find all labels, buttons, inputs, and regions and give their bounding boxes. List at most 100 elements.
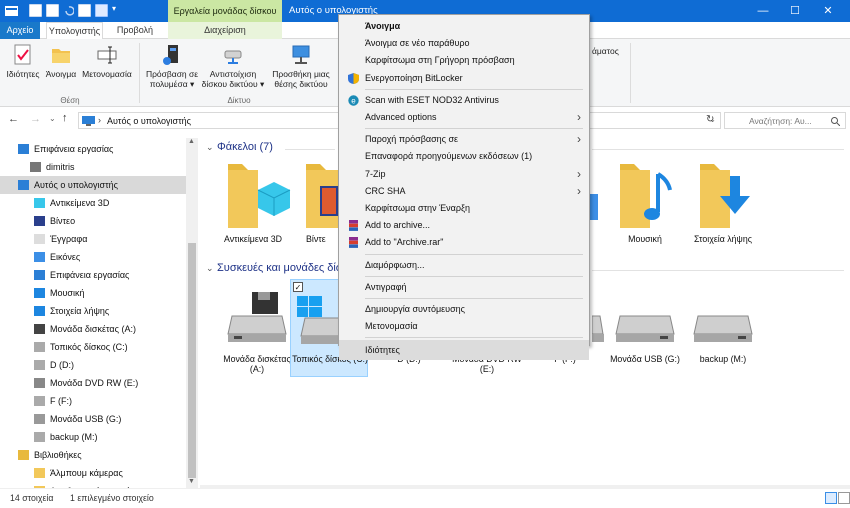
menu-separator <box>365 88 583 90</box>
nav-scroll-thumb[interactable] <box>188 243 196 478</box>
nav-item[interactable]: Μουσική <box>0 284 186 302</box>
scroll-down-icon[interactable]: ▼ <box>188 478 195 485</box>
context-menu-item[interactable]: Καρφίτσωμα στην Έναρξη <box>339 200 589 217</box>
floppy-drive-icon <box>227 292 287 342</box>
devices-collapse-icon[interactable]: ⌄ <box>206 263 214 274</box>
up-arrow-icon[interactable]: ↑ <box>62 112 68 124</box>
group-location-label: Θέση <box>60 96 80 105</box>
search-placeholder: Αναζήτηση: Αυ... <box>749 116 812 126</box>
nav-item[interactable]: Έγγραφα <box>0 230 186 248</box>
folder-3d-objects[interactable] <box>214 160 292 238</box>
large-icons-view-icon[interactable] <box>838 492 850 504</box>
back-arrow-icon[interactable]: ← <box>8 113 19 125</box>
context-menu-item[interactable]: Διαμόρφωση... <box>339 257 589 274</box>
scroll-up-icon[interactable]: ▲ <box>188 138 195 145</box>
nav-item[interactable]: Άλμπουμ κάμερας <box>0 464 186 482</box>
nav-item[interactable]: Τοπικός δίσκος (C:) <box>0 338 186 356</box>
nav-item[interactable]: Μονάδα USB (G:) <box>0 410 186 428</box>
forward-arrow-icon[interactable]: → <box>30 113 41 125</box>
folder-label: Μουσική <box>628 234 662 244</box>
ribbon-separator <box>630 43 631 103</box>
context-menu-item[interactable]: CRC SHA › <box>339 183 589 200</box>
folders-section-header[interactable]: Φάκελοι (7) <box>217 141 273 153</box>
drive-usb-g[interactable] <box>606 288 684 348</box>
submenu-chevron-icon: › <box>577 110 581 124</box>
context-menu-item[interactable]: Επαναφορά προηγούμενων εκδόσεων (1) <box>339 148 589 165</box>
context-menu-item[interactable]: e Scan with ESET NOD32 Antivirus <box>339 92 589 109</box>
tab-view[interactable]: Προβολή <box>115 22 155 39</box>
close-button[interactable]: ✕ <box>812 0 844 22</box>
nav-item[interactable]: Αντικείμενα 3D <box>0 194 186 212</box>
redo-icon[interactable] <box>78 4 91 17</box>
context-menu-item[interactable]: 7-Zip › <box>339 166 589 183</box>
context-menu-item[interactable]: Άνοιγμα <box>339 18 589 35</box>
svg-text:e: e <box>351 96 356 105</box>
nav-item[interactable]: Μονάδα DVD RW (E:) <box>0 374 186 392</box>
properties-quick-icon[interactable] <box>29 4 42 17</box>
map-network-drive-button[interactable]: Αντιστοίχιση δίσκου δικτύου ▾ <box>201 43 265 89</box>
refresh-icon[interactable]: ↻ <box>706 114 714 125</box>
tab-file[interactable]: Αρχείο <box>0 22 40 39</box>
folder-music[interactable] <box>612 160 690 238</box>
add-network-location-button[interactable]: Προσθήκη μιας θέσης δικτύου <box>268 43 334 89</box>
context-menu-item[interactable]: Παροχή πρόσβασης σε › <box>339 131 589 148</box>
drive-backup-m[interactable] <box>684 288 762 348</box>
rename-button[interactable]: Μετονομασία <box>78 43 136 79</box>
open-button[interactable]: Άνοιγμα <box>43 43 79 79</box>
nav-item[interactable]: Μονάδα δισκέτας (A:) <box>0 320 186 338</box>
nav-item[interactable]: dimitris <box>0 158 186 176</box>
nav-item[interactable]: Στοιχεία λήψης <box>0 302 186 320</box>
search-input[interactable]: Αναζήτηση: Αυ... <box>724 112 846 129</box>
access-media-button[interactable]: Πρόσβαση σε πολυμέσα ▾ <box>143 43 201 89</box>
context-menu-item[interactable]: Αντιγραφή <box>339 279 589 296</box>
nav-item[interactable]: D (D:) <box>0 356 186 374</box>
context-menu-item[interactable]: Μετονομασία <box>339 318 589 335</box>
folders-collapse-icon[interactable]: ⌄ <box>206 142 214 153</box>
undo-icon[interactable] <box>64 5 74 16</box>
breadcrumb[interactable]: Αυτός ο υπολογιστής <box>107 116 191 126</box>
submenu-chevron-icon: › <box>577 166 581 181</box>
tab-computer[interactable]: Υπολογιστής <box>46 22 103 40</box>
nav-item[interactable]: Αυτός ο υπολογιστής <box>0 176 186 194</box>
nav-item[interactable]: Βίντεο <box>0 212 186 230</box>
explorer-app-icon[interactable] <box>5 5 18 17</box>
recent-dropdown-icon[interactable]: ⌄ <box>49 114 56 123</box>
qat-dropdown-icon[interactable]: ▾ <box>112 4 116 13</box>
nav-item[interactable]: backup (M:) <box>0 428 186 446</box>
status-bar: 14 στοιχεία 1 επιλεγμένο στοιχείο <box>0 488 850 508</box>
horizontal-scrollbar[interactable] <box>200 485 850 489</box>
details-view-icon[interactable] <box>825 492 837 504</box>
context-menu-item[interactable]: Ιδιότητες <box>339 340 589 361</box>
drive-icon <box>34 360 45 370</box>
properties-button[interactable]: Ιδιότητες <box>3 43 43 79</box>
context-menu-item[interactable]: Add to "Archive.rar" <box>339 234 589 251</box>
context-menu-item[interactable]: Add to archive... <box>339 217 589 234</box>
context-menu-item[interactable]: Ενεργοποίηση BitLocker <box>339 70 589 87</box>
drive-floppy-a[interactable] <box>218 288 296 348</box>
minimize-button[interactable]: — <box>747 0 779 22</box>
navigation-pane[interactable]: Επιφάνεια εργασίας dimitris Αυτός ο υπολογ… <box>0 138 200 496</box>
folder-downloads[interactable] <box>692 160 770 238</box>
context-menu-item[interactable]: Άνοιγμα σε νέο παράθυρο <box>339 35 589 52</box>
drive-label: Μονάδα δισκέτας (A:) <box>223 354 291 374</box>
folder-videos[interactable] <box>294 160 338 238</box>
nav-item[interactable]: Επιφάνεια εργασίας <box>0 266 186 284</box>
maximize-button[interactable]: ☐ <box>779 0 811 22</box>
context-menu-item[interactable]: Δημιουργία συντόμευσης <box>339 301 589 318</box>
context-menu-item[interactable]: Καρφίτσωμα στη Γρήγορη πρόσβαση <box>339 52 589 69</box>
new-folder-quick-icon[interactable] <box>46 4 59 17</box>
nav-item[interactable]: Βιβλιοθήκες <box>0 446 186 464</box>
nav-item[interactable]: Επιφάνεια εργασίας <box>0 140 186 158</box>
nav-item-label: Επιφάνεια εργασίας <box>50 270 130 280</box>
context-menu-item[interactable]: Advanced options › <box>339 109 589 126</box>
nav-item[interactable]: Εικόνες <box>0 248 186 266</box>
checkbox-quick-icon[interactable] <box>95 4 108 17</box>
nav-item-label: Επιφάνεια εργασίας <box>34 144 114 154</box>
tab-manage[interactable]: Διαχείριση <box>168 22 282 39</box>
nav-item-label: Μουσική <box>50 288 85 298</box>
devices-section-header[interactable]: Συσκευές και μονάδες δίσ <box>217 262 338 274</box>
context-menu: Άνοιγμα Άνοιγμα σε νέο παράθυρο Καρφίτσωμα… <box>338 14 590 361</box>
music-icon <box>34 288 45 298</box>
nav-item[interactable]: F (F:) <box>0 392 186 410</box>
nav-item-label: Μονάδα δισκέτας (A:) <box>50 324 136 334</box>
